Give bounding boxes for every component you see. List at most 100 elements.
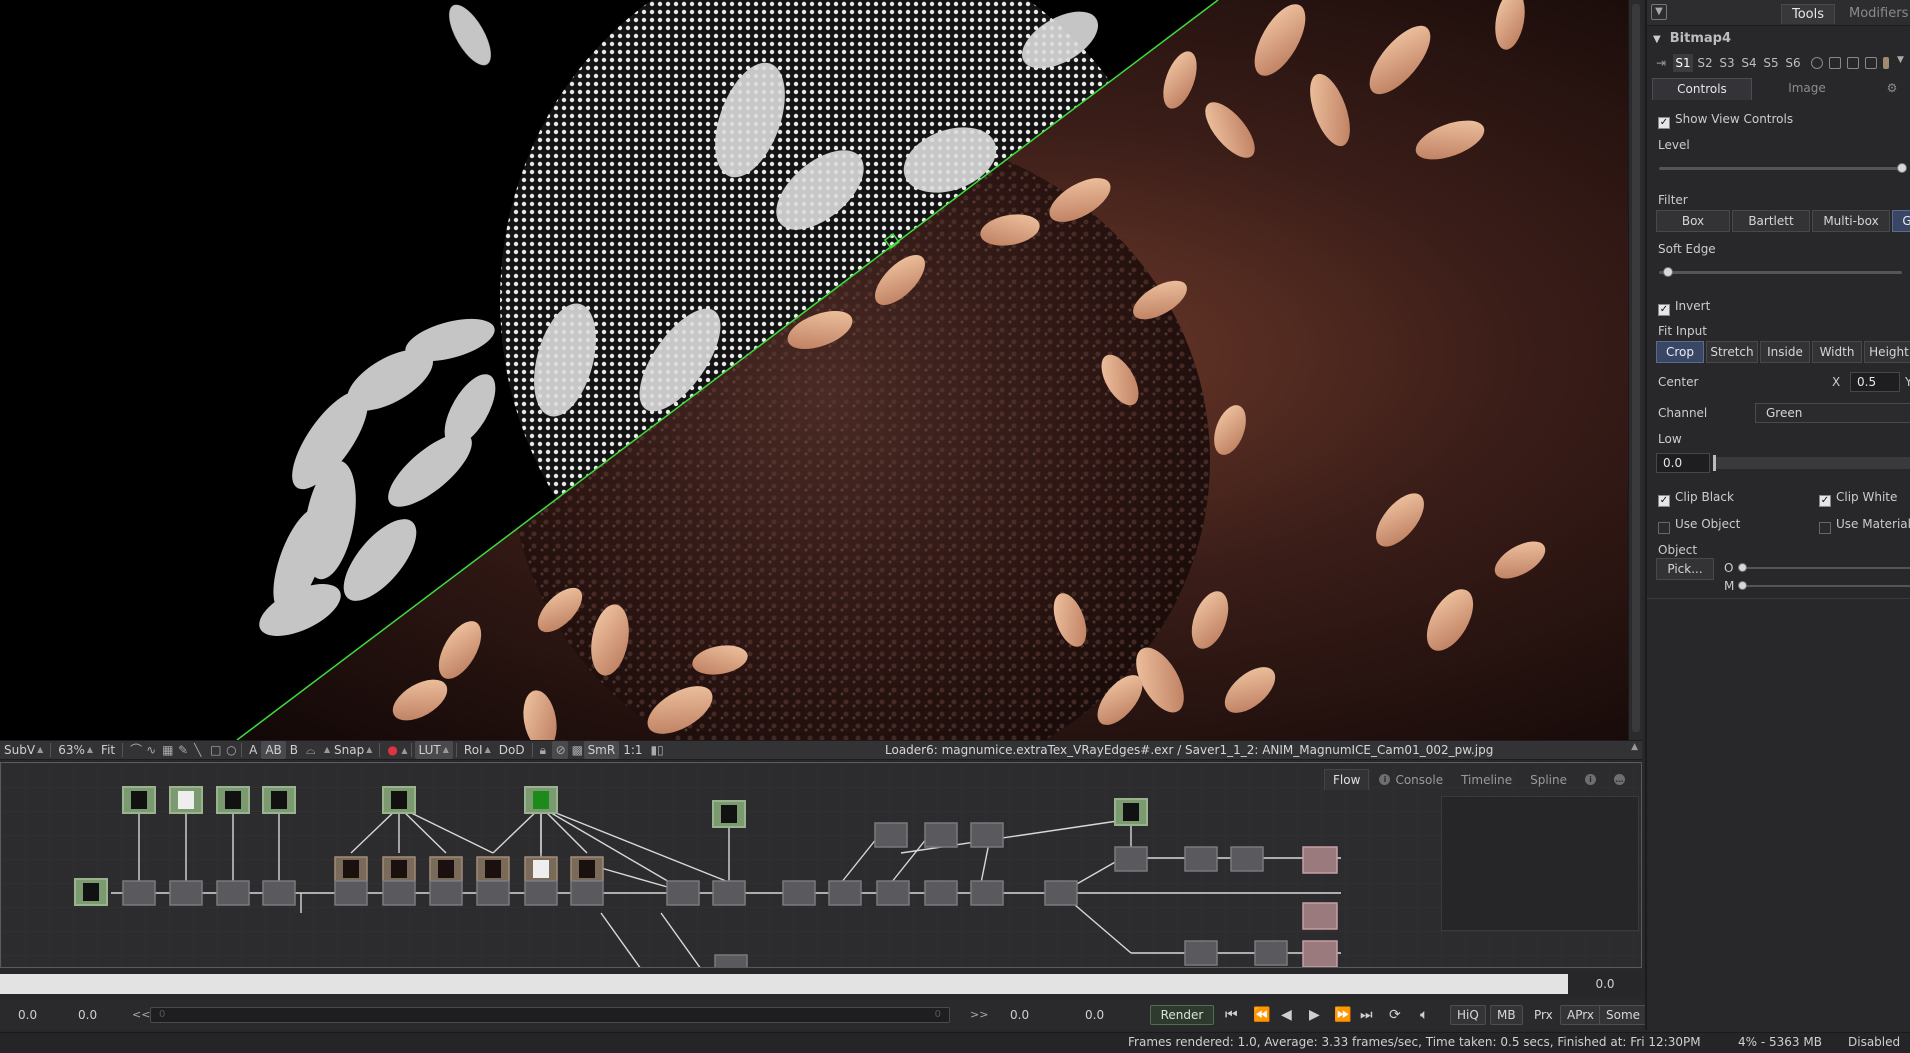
buffer-ab-button[interactable]: AB (261, 741, 286, 759)
show-view-controls-checkbox[interactable]: ✓ Show View Controls (1658, 112, 1793, 129)
tab-console[interactable]: i Console (1371, 769, 1451, 790)
tile-color-icon[interactable] (1883, 57, 1889, 69)
polyline-icon[interactable]: ⌒ (126, 741, 142, 759)
lock-icon[interactable]: 🔒︎ (536, 741, 552, 759)
lock-tool-icon[interactable] (1829, 57, 1841, 69)
subview-menu[interactable]: SubV ▲ (0, 741, 47, 759)
pin-icon[interactable]: ⇥ (1651, 54, 1671, 72)
tab-s2[interactable]: S2 (1695, 54, 1715, 72)
filter-gaussian-button[interactable]: G (1892, 210, 1910, 232)
step-back-icon[interactable]: ⏪ (1253, 1006, 1270, 1024)
info-tab-icon[interactable]: i (1577, 769, 1604, 790)
low-slider-knob[interactable] (1713, 455, 1716, 471)
disable-icon[interactable] (1811, 57, 1823, 69)
motion-blur-button[interactable]: MB (1490, 1005, 1523, 1025)
object-m-knob[interactable] (1738, 581, 1747, 590)
render-start-field[interactable]: 0.0 (60, 1008, 120, 1022)
tab-tools[interactable]: Tools (1781, 4, 1836, 24)
collapse-all-icon[interactable]: ▼ (1651, 4, 1667, 20)
buffer-a-button[interactable]: A (245, 741, 261, 759)
level-slider[interactable] (1659, 167, 1902, 170)
selective-update-button[interactable]: Some (1599, 1005, 1648, 1025)
chat-tab-icon[interactable]: … (1606, 769, 1633, 790)
reset-icon[interactable] (1865, 57, 1877, 69)
pick-button[interactable]: Pick... (1656, 558, 1714, 580)
low-input[interactable]: 0.0 (1656, 453, 1710, 473)
step-back-label[interactable]: << (132, 1008, 150, 1021)
rectangle-icon[interactable]: □ (206, 741, 222, 759)
tab-s1[interactable]: S1 (1673, 54, 1693, 72)
guides-icon[interactable]: ⌓ (302, 741, 318, 759)
tab-controls[interactable]: Controls (1652, 78, 1752, 100)
no-proxy-icon[interactable]: ⊘ (551, 741, 568, 759)
filter-multibox-button[interactable]: Multi-box (1812, 210, 1890, 232)
flow-editor[interactable]: Flow i Console Timeline Spline i … (0, 762, 1642, 968)
line-icon[interactable]: ╲ (190, 741, 206, 759)
eyedropper-icon[interactable]: ✎ (174, 741, 190, 759)
settings-tab-icon[interactable]: ⚙ (1882, 78, 1902, 100)
checker-icon[interactable]: ▩ (568, 741, 584, 759)
ratio-button[interactable]: 1:1 (619, 741, 646, 759)
center-x-input[interactable]: 0.5 (1850, 372, 1900, 392)
object-o-slider[interactable] (1740, 567, 1910, 569)
fit-height-button[interactable]: Height (1864, 341, 1910, 363)
play-icon[interactable]: ▶ (1309, 1006, 1320, 1024)
grid-icon[interactable]: ▦ (158, 741, 174, 759)
dod-button[interactable]: DoD (495, 741, 529, 759)
tab-s4[interactable]: S4 (1739, 54, 1759, 72)
channel-menu-caret[interactable]: ▲ (401, 746, 407, 755)
soft-edge-slider-knob[interactable] (1663, 267, 1673, 277)
lut-button[interactable]: LUT ▲ (414, 741, 453, 759)
play-reverse-icon[interactable]: ◀ (1281, 1006, 1292, 1024)
snap-menu[interactable]: ▲ Snap ▲ (318, 741, 376, 759)
fit-width-button[interactable]: Width (1812, 341, 1862, 363)
tab-image[interactable]: Image (1752, 78, 1862, 100)
tab-flow[interactable]: Flow (1324, 769, 1370, 790)
low-slider[interactable] (1713, 457, 1910, 469)
hiq-button[interactable]: HiQ (1450, 1005, 1486, 1025)
buffer-b-button[interactable]: B (286, 741, 302, 759)
use-object-checkbox[interactable]: ✓Use Object (1658, 517, 1740, 534)
tool-menu-caret[interactable]: ▼ (1897, 55, 1904, 65)
circle-icon[interactable]: ○ (222, 741, 238, 759)
invert-checkbox[interactable]: ✓ Invert (1658, 299, 1710, 316)
proxy-button[interactable]: Prx (1527, 1005, 1560, 1025)
color-channel-icon[interactable]: ● (383, 741, 399, 759)
tab-s5[interactable]: S5 (1761, 54, 1781, 72)
channel-select[interactable]: Green (1755, 403, 1910, 423)
roi-menu[interactable]: RoI ▲ (460, 741, 495, 759)
loop-icon[interactable]: ⟳ (1389, 1006, 1401, 1024)
object-o-knob[interactable] (1738, 563, 1747, 572)
expand-viewer-icon[interactable]: ▲ (1631, 742, 1638, 752)
render-button[interactable]: Render (1150, 1005, 1214, 1025)
time-slider[interactable]: 0 0 (150, 1007, 950, 1023)
go-to-start-icon[interactable]: ⏮ (1225, 1006, 1238, 1024)
histogram-icon[interactable]: ▮▯ (647, 741, 664, 759)
tab-s3[interactable]: S3 (1717, 54, 1737, 72)
global-end-field[interactable]: 0.0 (1085, 1008, 1104, 1022)
render-end-field[interactable]: 0.0 (1010, 1008, 1029, 1022)
tab-spline[interactable]: Spline (1522, 769, 1575, 790)
time-ruler[interactable]: 0.0 (0, 972, 1642, 996)
flow-navigator[interactable] (1441, 796, 1639, 931)
soft-edge-slider[interactable] (1659, 271, 1902, 274)
tab-modifiers[interactable]: Modifiers (1839, 4, 1910, 23)
smr-button[interactable]: SmR (583, 741, 620, 759)
object-m-slider[interactable] (1740, 585, 1910, 587)
fit-stretch-button[interactable]: Stretch (1706, 341, 1758, 363)
step-forward-label[interactable]: >> (970, 1008, 988, 1021)
filter-box-button[interactable]: Box (1656, 210, 1730, 232)
zoom-menu[interactable]: 63% ▲ (54, 741, 97, 759)
level-slider-knob[interactable] (1897, 163, 1907, 173)
use-material-checkbox[interactable]: ✓Use Material (1819, 517, 1910, 534)
step-forward-icon[interactable]: ⏩ (1334, 1006, 1351, 1024)
clip-white-checkbox[interactable]: ✓ Clip White (1819, 490, 1897, 507)
tab-s6[interactable]: S6 (1783, 54, 1803, 72)
expand-tool-icon[interactable]: ▼ (1653, 34, 1661, 45)
fit-inside-button[interactable]: Inside (1760, 341, 1810, 363)
go-to-end-icon[interactable]: ⏭ (1360, 1006, 1373, 1024)
image-viewer[interactable] (0, 0, 1628, 740)
clip-black-checkbox[interactable]: ✓ Clip Black (1658, 490, 1734, 507)
bspline-icon[interactable]: ∿ (142, 741, 158, 759)
filter-bartlett-button[interactable]: Bartlett (1732, 210, 1810, 232)
